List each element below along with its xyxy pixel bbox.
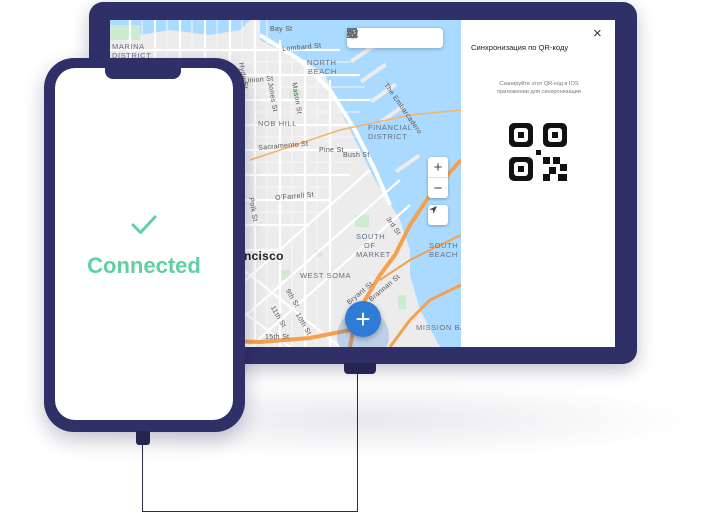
map-label: SOUTH (356, 232, 386, 241)
connection-cable-bottom (142, 511, 358, 512)
map-label: BEACH (308, 67, 337, 76)
heart-icon[interactable] (347, 28, 421, 45)
map-label: OF (364, 241, 376, 250)
map-toolbar (347, 28, 443, 48)
sort-icon[interactable] (347, 29, 383, 45)
add-button[interactable]: + (345, 301, 381, 337)
checkmark-icon (131, 215, 157, 234)
map-label: Pine St (319, 147, 344, 154)
map-label: NORTH (307, 58, 337, 67)
zoom-in-button[interactable]: + (428, 157, 448, 177)
phone-screen (55, 68, 233, 420)
connection-cable-right (357, 373, 358, 512)
monitor-port (344, 363, 376, 374)
map-label: NOB HILL (258, 119, 297, 128)
locate-button[interactable] (428, 205, 448, 225)
zoom-control: + − (428, 157, 448, 198)
navigation-arrow-icon (429, 206, 437, 214)
phone-notch (105, 62, 181, 79)
map-label: 15th St (265, 334, 290, 341)
panel-description: Сканируйте этот QR-код в IOS приложении … (497, 81, 581, 96)
connection-cable (142, 443, 143, 512)
zoom-out-button[interactable]: − (428, 178, 448, 198)
map-label: Bay St (270, 26, 293, 33)
settings-icon[interactable] (348, 29, 440, 45)
map-label: FINANCIAL (368, 123, 413, 132)
map-label: MISSION BA (416, 323, 461, 332)
panel-title: Синхронизация по QR-коду (471, 43, 569, 52)
close-icon[interactable]: × (593, 25, 602, 42)
map-label: MARKET (356, 250, 391, 259)
map-label: DISTRICT (368, 132, 408, 141)
history-icon[interactable] (347, 28, 402, 45)
connection-status: Connected (87, 253, 201, 278)
map-label: MARINA (112, 42, 145, 51)
map-label: WEST SOMA (300, 271, 352, 280)
map-label: Bush St (343, 152, 370, 159)
qr-sync-panel: × Синхронизация по QR-коду Сканируйте эт… (461, 20, 615, 347)
map-label: BEACH (429, 250, 458, 259)
map-label: SOUTH (429, 241, 459, 250)
qr-code (509, 123, 567, 181)
phone-port (136, 431, 150, 445)
